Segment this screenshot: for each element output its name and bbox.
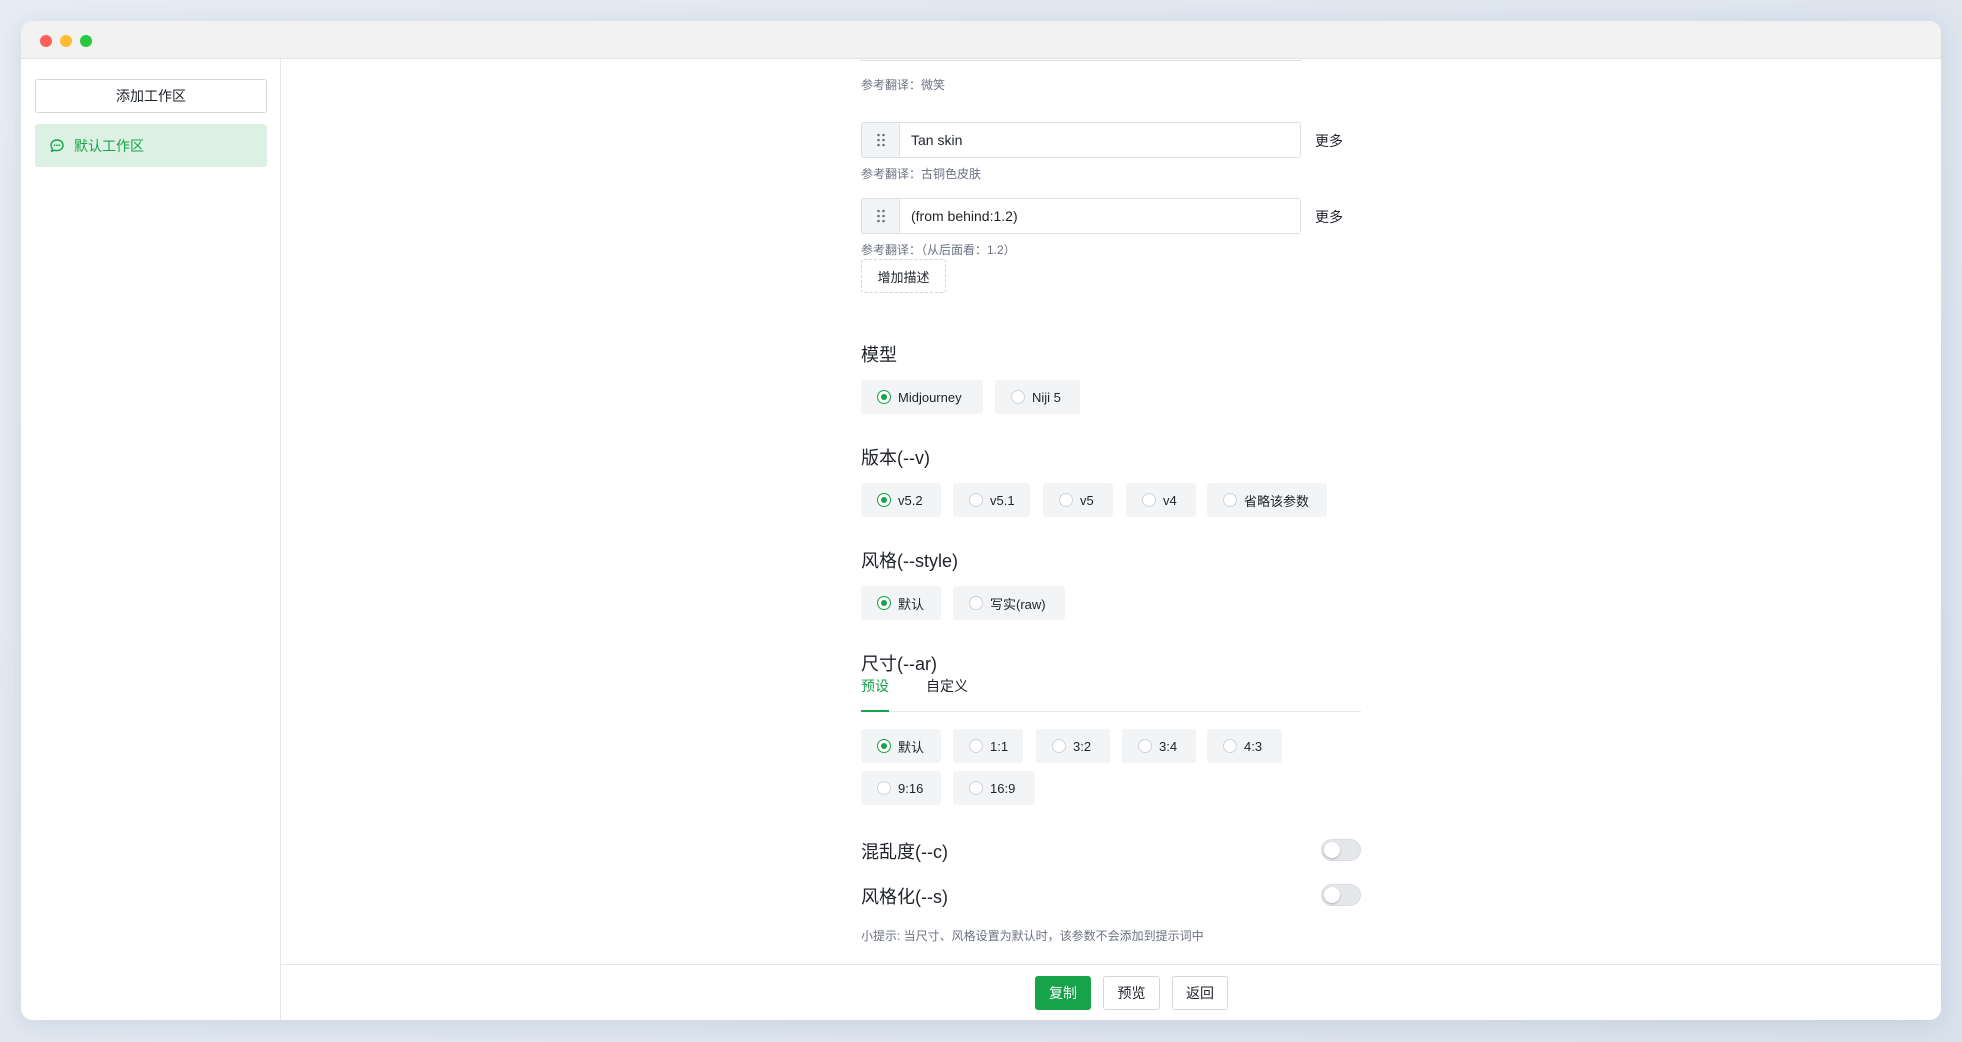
tab-preset[interactable]: 预设 <box>861 676 889 712</box>
radio-indicator <box>969 781 983 795</box>
radio-indicator <box>877 596 891 610</box>
option-label: 默认 <box>898 739 925 755</box>
chaos-toggle[interactable] <box>1321 839 1361 861</box>
stylize-row: 风格化(--s) <box>861 880 1361 910</box>
version-option-v51[interactable]: v5.1 <box>953 483 1030 517</box>
radio-indicator <box>1223 493 1237 507</box>
translation-hint: 参考翻译：微笑 <box>861 78 946 92</box>
model-option-midjourney[interactable]: Midjourney <box>861 380 983 414</box>
sidebar: 添加工作区 默认工作区 <box>21 59 281 1020</box>
toggle-knob <box>1324 842 1340 858</box>
size-option-9-16[interactable]: 9:16 <box>861 771 941 805</box>
version-option-v4[interactable]: v4 <box>1126 483 1196 517</box>
radio-indicator <box>1223 739 1237 753</box>
description-input[interactable] <box>899 198 1301 234</box>
option-label: 4:3 <box>1244 738 1263 754</box>
description-row: 更多 <box>861 122 1361 158</box>
option-label: 16:9 <box>990 780 1016 796</box>
drag-handle[interactable] <box>861 122 899 158</box>
radio-indicator <box>1142 493 1156 507</box>
main-panel: 参考翻译：微笑 更多 参考翻译：古铜色皮肤 <box>281 59 1941 1020</box>
chat-bubble-icon <box>50 138 64 152</box>
option-label: 9:16 <box>898 780 924 796</box>
toggle-knob <box>1324 887 1340 903</box>
version-option-omit[interactable]: 省略该参数 <box>1207 483 1327 517</box>
option-label: Niji 5 <box>1032 389 1061 405</box>
chaos-title: 混乱度(--c) <box>861 842 948 862</box>
copy-button[interactable]: 复制 <box>1035 976 1091 1010</box>
option-label: v5.2 <box>898 492 923 508</box>
maximize-window-button[interactable] <box>80 35 92 47</box>
size-option-1-1[interactable]: 1:1 <box>953 729 1023 763</box>
translation-hint: 参考翻译：（从后面看：1.2） <box>861 243 1016 257</box>
add-workspace-button[interactable]: 添加工作区 <box>35 79 267 113</box>
drag-handle[interactable] <box>861 198 899 234</box>
radio-indicator <box>969 596 983 610</box>
app-window: 添加工作区 默认工作区 参考翻译：微笑 Tan skin 更多 参考翻译：古铜色… <box>21 21 1941 1020</box>
option-label: Midjourney <box>898 389 962 405</box>
option-label: 3:4 <box>1159 738 1178 754</box>
radio-indicator <box>1059 493 1073 507</box>
option-label: v4 <box>1163 492 1177 508</box>
radio-indicator <box>877 781 891 795</box>
footer-bar: 复制 预览 返回 <box>281 964 1941 1020</box>
version-option-v5[interactable]: v5 <box>1043 483 1113 517</box>
description-input[interactable] <box>899 122 1301 158</box>
radio-indicator <box>969 739 983 753</box>
model-title: 模型 <box>861 345 897 365</box>
size-option-default[interactable]: 默认 <box>861 729 941 763</box>
model-option-niji5[interactable]: Niji 5 <box>995 380 1080 414</box>
workspace-label: 默认工作区 <box>74 137 144 154</box>
tip-text: 小提示: 当尺寸、风格设置为默认时，该参数不会添加到提示词中 <box>861 929 1204 943</box>
version-option-v52[interactable]: v5.2 <box>861 483 941 517</box>
previous-description-input[interactable] <box>861 59 1301 61</box>
radio-indicator <box>969 493 983 507</box>
style-title: 风格(--style) <box>861 551 958 571</box>
chaos-row: 混乱度(--c) <box>861 835 1361 865</box>
size-option-3-4[interactable]: 3:4 <box>1122 729 1196 763</box>
option-label: v5.1 <box>990 492 1015 508</box>
back-button[interactable]: 返回 <box>1172 976 1228 1010</box>
drag-grip-icon <box>876 209 885 223</box>
option-label: 省略该参数 <box>1244 493 1310 509</box>
radio-indicator <box>877 390 891 404</box>
size-option-4-3[interactable]: 4:3 <box>1207 729 1282 763</box>
preview-button[interactable]: 预览 <box>1103 976 1160 1010</box>
radio-indicator <box>1138 739 1152 753</box>
size-option-3-2[interactable]: 3:2 <box>1036 729 1110 763</box>
tab-custom[interactable]: 自定义 <box>926 676 968 712</box>
description-row: 更多 <box>861 198 1361 234</box>
radio-indicator <box>877 493 891 507</box>
drag-grip-icon <box>876 133 885 147</box>
radio-indicator <box>1011 390 1025 404</box>
option-label: v5 <box>1080 492 1094 508</box>
option-label: 默认 <box>898 596 925 612</box>
size-option-16-9[interactable]: 16:9 <box>953 771 1035 805</box>
option-label: 1:1 <box>990 738 1009 754</box>
stylize-toggle[interactable] <box>1321 884 1361 906</box>
stylize-title: 风格化(--s) <box>861 887 948 907</box>
title-bar <box>21 21 1941 59</box>
version-title: 版本(--v) <box>861 448 930 468</box>
radio-indicator <box>1052 739 1066 753</box>
option-label: 写实(raw) <box>990 596 1046 612</box>
style-option-default[interactable]: 默认 <box>861 586 941 620</box>
translation-hint: 参考翻译：古铜色皮肤 <box>861 167 982 181</box>
size-title: 尺寸(--ar) <box>861 654 937 674</box>
workspace-item-default[interactable]: 默认工作区 <box>35 124 267 167</box>
style-option-raw[interactable]: 写实(raw) <box>953 586 1065 620</box>
minimize-window-button[interactable] <box>60 35 72 47</box>
option-label: 3:2 <box>1073 738 1092 754</box>
more-button[interactable]: 更多 <box>1315 131 1343 151</box>
radio-indicator <box>877 739 891 753</box>
more-button[interactable]: 更多 <box>1315 207 1343 227</box>
close-window-button[interactable] <box>40 35 52 47</box>
size-tabs: 预设 自定义 <box>861 676 1361 712</box>
add-description-button[interactable]: 增加描述 <box>861 259 946 293</box>
